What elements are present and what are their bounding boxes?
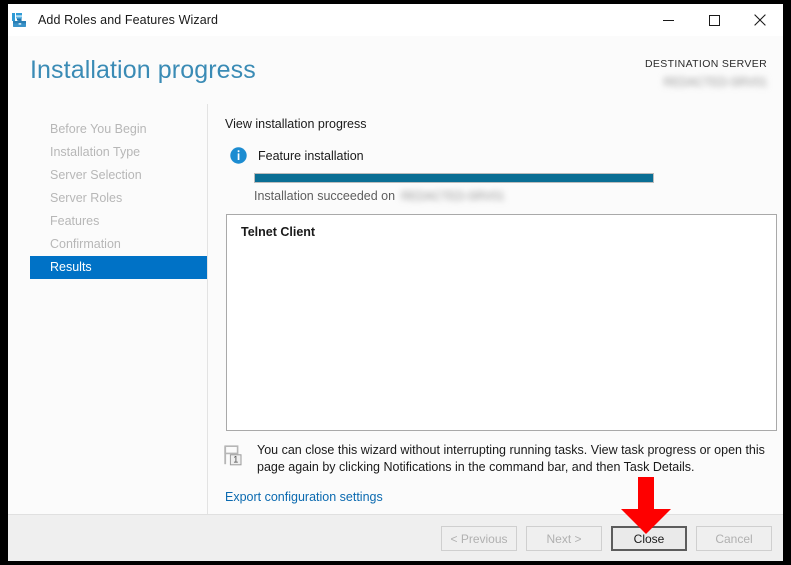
installation-progress-fill <box>255 174 653 182</box>
minimize-icon[interactable] <box>645 4 691 36</box>
wizard-note-text: You can close this wizard without interr… <box>257 442 768 476</box>
sidebar-item-before-you-begin[interactable]: Before You Begin <box>8 118 207 141</box>
svg-text:1: 1 <box>233 455 238 465</box>
window-title: Add Roles and Features Wizard <box>38 13 218 27</box>
sidebar-item-confirmation[interactable]: Confirmation <box>8 233 207 256</box>
window-controls <box>645 4 783 36</box>
feature-installation-label: Feature installation <box>258 149 364 163</box>
main-content: View installation progress Feature insta… <box>209 104 783 514</box>
server-manager-icon <box>10 10 30 30</box>
cancel-button[interactable]: Cancel <box>696 526 772 551</box>
notification-flag-icon: 1 <box>223 444 245 468</box>
feature-installation-status: Feature installation <box>230 147 364 164</box>
installation-succeeded-row: Installation succeeded on REDACTED-SRV01 <box>254 189 504 203</box>
wizard-button-row: < Previous Next > Close Cancel <box>441 526 772 551</box>
close-button[interactable]: Close <box>611 526 687 551</box>
sidebar-item-features[interactable]: Features <box>8 210 207 233</box>
add-roles-and-features-wizard-window: Add Roles and Features Wizard Installati… <box>8 4 783 561</box>
sidebar-item-installation-type[interactable]: Installation Type <box>8 141 207 164</box>
destination-server-name-redacted: REDACTED-SRV01 <box>664 77 767 89</box>
destination-server: DESTINATION SERVER REDACTED-SRV01 <box>645 58 767 86</box>
sidebar-item-server-roles[interactable]: Server Roles <box>8 187 207 210</box>
section-heading: View installation progress <box>225 117 367 131</box>
sidebar-item-server-selection[interactable]: Server Selection <box>8 164 207 187</box>
info-icon <box>230 147 247 164</box>
installation-progress-bar <box>254 173 654 183</box>
destination-server-value: REDACTED-SRV01 <box>645 73 767 86</box>
list-item: Telnet Client <box>241 225 776 239</box>
wizard-footer: < Previous Next > Close Cancel <box>8 514 783 561</box>
next-button[interactable]: Next > <box>526 526 602 551</box>
maximize-icon[interactable] <box>691 4 737 36</box>
close-icon[interactable] <box>737 4 783 36</box>
title-bar: Add Roles and Features Wizard <box>8 4 783 36</box>
sidebar-item-results[interactable]: Results <box>30 256 207 279</box>
page-title: Installation progress <box>30 56 256 85</box>
screen: Add Roles and Features Wizard Installati… <box>0 0 791 565</box>
installation-succeeded-server-redacted: REDACTED-SRV01 <box>401 191 504 203</box>
installation-succeeded-text: Installation succeeded on <box>254 189 395 203</box>
destination-server-label: DESTINATION SERVER <box>645 58 767 70</box>
previous-button[interactable]: < Previous <box>441 526 517 551</box>
wizard-steps-sidebar: Before You Begin Installation Type Serve… <box>8 104 208 514</box>
page-header: Installation progress DESTINATION SERVER… <box>8 36 783 104</box>
export-configuration-settings-link[interactable]: Export configuration settings <box>225 490 383 504</box>
wizard-note: 1 You can close this wizard without inte… <box>223 442 768 476</box>
installation-results-list[interactable]: Telnet Client <box>226 214 777 431</box>
